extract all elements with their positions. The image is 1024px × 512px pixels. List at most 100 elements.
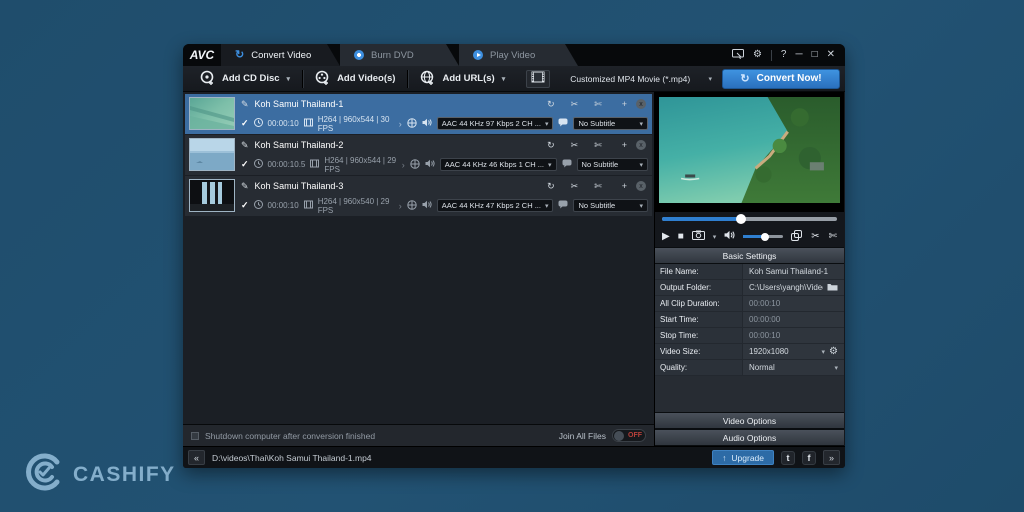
titlebar-divider: [770, 49, 772, 61]
expand-right-button[interactable]: »: [823, 450, 840, 465]
add-videos-button[interactable]: Add Video(s): [303, 66, 407, 91]
snapshot-button[interactable]: [691, 230, 705, 243]
audio-track-select[interactable]: AAC 44 KHz 46 Kbps 1 CH ... ▾: [439, 158, 557, 171]
file-checkbox[interactable]: ✓: [241, 200, 249, 211]
seek-bar[interactable]: [655, 212, 844, 226]
reconvert-icon[interactable]: ↻: [547, 99, 555, 110]
gear-icon[interactable]: ⚙: [753, 50, 762, 60]
video-thumbnail: [189, 179, 235, 212]
convert-now-button[interactable]: ↻ Convert Now!: [722, 68, 840, 89]
crop-tool-icon[interactable]: ✄: [829, 231, 837, 242]
twitter-icon[interactable]: t: [781, 450, 795, 465]
facebook-icon[interactable]: f: [802, 450, 816, 465]
subtitle-select[interactable]: No Subtitle ▾: [573, 199, 648, 212]
setting-value-field[interactable]: C:\Users\yangh\Videos...: [743, 280, 844, 295]
chevron-down-icon[interactable]: ▾: [834, 364, 838, 372]
chevron-down-icon: ▾: [639, 120, 643, 128]
seek-track[interactable]: [662, 214, 837, 224]
folder-browse-icon[interactable]: [827, 283, 838, 293]
minimize-button[interactable]: ─: [795, 50, 802, 60]
chevron-down-icon[interactable]: ▾: [822, 348, 826, 356]
file-title: Koh Samui Thailand-2: [254, 140, 344, 150]
add-clip-icon[interactable]: +: [622, 181, 627, 191]
video-options-button[interactable]: Video Options: [655, 412, 844, 429]
file-duration: 00:00:10: [267, 201, 299, 210]
setting-value-field[interactable]: Koh Samui Thailand-1: [743, 264, 844, 279]
audio-track-select[interactable]: AAC 44 KHz 47 Kbps 2 CH ... ▾: [436, 199, 554, 212]
add-cd-disc-button[interactable]: Add CD Disc ▾: [188, 66, 302, 91]
rename-icon[interactable]: ✎: [241, 99, 249, 110]
remove-file-icon[interactable]: x: [636, 140, 646, 150]
setting-label: Stop Time:: [655, 328, 743, 343]
chevron-right-icon: ›: [398, 200, 402, 211]
output-profile-select[interactable]: Customized MP4 Movie (*.mp4) ▾: [550, 70, 718, 88]
current-file-path: D:\videos\Thai\Koh Samui Thailand-1.mp4: [212, 452, 372, 463]
file-row-3[interactable]: ✎ Koh Samui Thailand-3 ↻ ✂ ✄ + x ✓ 00:00…: [185, 176, 652, 216]
snapshot-caret-icon[interactable]: ▾: [713, 233, 717, 241]
tab-burn-dvd[interactable]: Burn DVD: [340, 44, 459, 66]
shutdown-checkbox[interactable]: [191, 431, 199, 440]
file-row-1[interactable]: ✎ Koh Samui Thailand-1 ↻ ✂ ✄ + x ✓ 00:00…: [185, 94, 652, 134]
reconvert-icon[interactable]: ↻: [547, 140, 555, 151]
play-button[interactable]: ▶: [662, 231, 670, 242]
avc-app-window: AVC ↻ Convert Video Burn DVD Play Video …: [183, 44, 845, 468]
clock-icon: [253, 159, 263, 170]
trim-icon[interactable]: ✂: [571, 140, 579, 151]
tab-convert-video[interactable]: ↻ Convert Video: [221, 44, 340, 66]
video-size-select[interactable]: 1920x1080 ▾ ⚙: [743, 344, 844, 359]
setting-file-name: File Name: Koh Samui Thailand-1: [655, 264, 844, 280]
subtitle-select[interactable]: No Subtitle ▾: [573, 117, 648, 130]
subtitle-select[interactable]: No Subtitle ▾: [576, 158, 648, 171]
add-cd-disc-label: Add CD Disc: [222, 73, 280, 84]
mute-button[interactable]: [724, 230, 735, 243]
setting-value-field[interactable]: 00:00:00: [743, 312, 844, 327]
file-checkbox[interactable]: ✓: [241, 159, 249, 170]
rename-icon[interactable]: ✎: [241, 181, 249, 192]
compare-windows-icon[interactable]: [791, 229, 803, 244]
stop-button[interactable]: ■: [678, 231, 684, 242]
screen-record-icon[interactable]: [731, 48, 744, 62]
reconvert-icon[interactable]: ↻: [547, 181, 555, 192]
video-preview[interactable]: [655, 92, 844, 212]
crop-icon[interactable]: ✄: [594, 181, 602, 192]
tab-play-video[interactable]: Play Video: [459, 44, 578, 66]
trim-tool-icon[interactable]: ✂: [811, 231, 819, 242]
upgrade-button[interactable]: ↑ Upgrade: [712, 450, 774, 465]
join-all-files-toggle[interactable]: OFF: [612, 429, 646, 442]
collapse-left-button[interactable]: «: [188, 450, 205, 465]
trim-icon[interactable]: ✂: [571, 99, 579, 110]
crop-icon[interactable]: ✄: [594, 140, 602, 151]
remove-file-icon[interactable]: x: [636, 99, 646, 109]
language-globe-icon: [407, 117, 417, 130]
remove-file-icon[interactable]: x: [636, 181, 646, 191]
trim-icon[interactable]: ✂: [571, 181, 579, 192]
add-urls-button[interactable]: Add URL(s) ▾: [408, 66, 517, 91]
file-checkbox[interactable]: ✓: [241, 118, 249, 129]
profile-filmstrip-button[interactable]: [526, 69, 550, 88]
toggle-knob: [614, 430, 624, 441]
video-size-gear-icon[interactable]: ⚙: [829, 346, 838, 357]
crop-icon[interactable]: ✄: [594, 99, 602, 110]
maximize-button[interactable]: □: [812, 50, 818, 60]
close-button[interactable]: ✕: [827, 50, 835, 60]
volume-slider[interactable]: [743, 232, 784, 241]
convert-now-label: Convert Now!: [756, 73, 822, 84]
setting-label: Start Time:: [655, 312, 743, 327]
rename-icon[interactable]: ✎: [241, 140, 249, 151]
add-clip-icon[interactable]: +: [622, 99, 627, 109]
setting-value-field[interactable]: 00:00:10: [743, 328, 844, 343]
help-button[interactable]: ?: [781, 50, 787, 60]
audio-track-select[interactable]: AAC 44 KHz 97 Kbps 2 CH ... ▾: [436, 117, 554, 130]
audio-options-button[interactable]: Audio Options: [655, 429, 844, 446]
chevron-down-icon: ▾: [708, 75, 712, 83]
add-clip-icon[interactable]: +: [622, 140, 627, 150]
volume-handle[interactable]: [761, 232, 770, 241]
list-footer: Shutdown computer after conversion finis…: [183, 424, 654, 446]
file-row-2[interactable]: ✎ Koh Samui Thailand-2 ↻ ✂ ✄ + x ✓ 00:00…: [185, 135, 652, 175]
seek-handle[interactable]: [735, 214, 746, 224]
burn-dvd-tab-icon: [354, 50, 364, 60]
quality-select[interactable]: Normal ▾: [743, 360, 844, 375]
subtitle-bubble-icon: [562, 159, 572, 170]
tab-label: Convert Video: [251, 49, 312, 61]
add-videos-label: Add Video(s): [337, 73, 396, 84]
